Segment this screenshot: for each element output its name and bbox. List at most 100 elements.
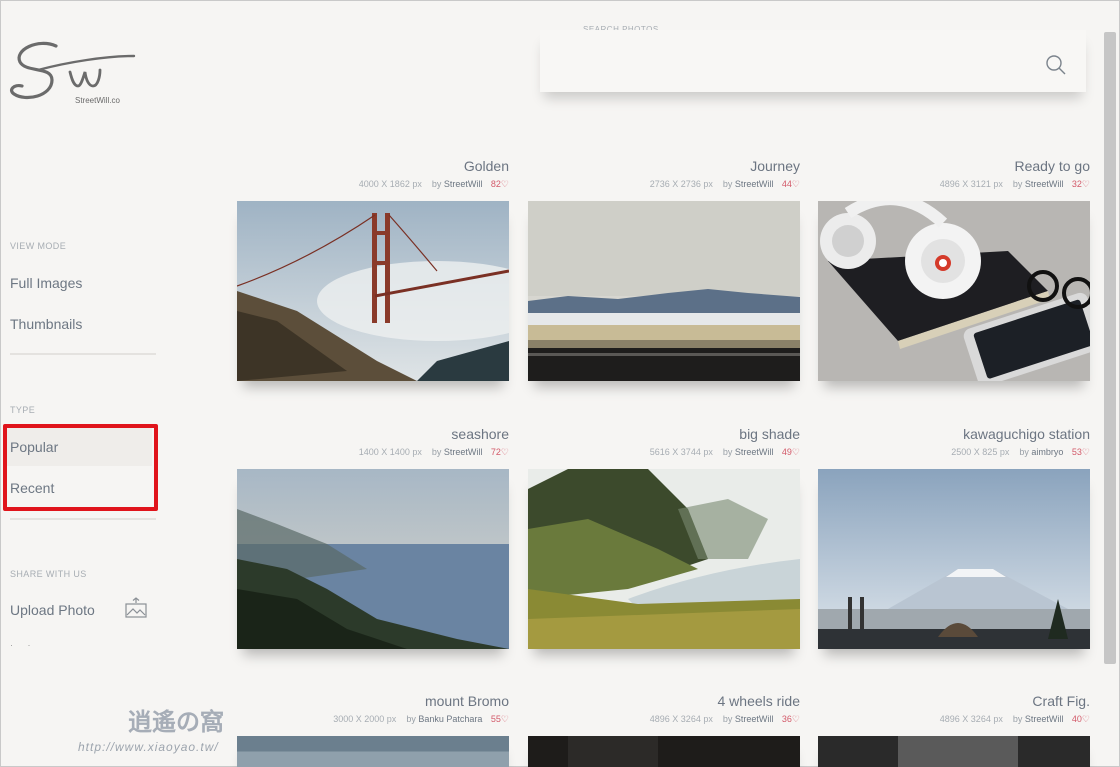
photo-dimensions: 4896 X 3121 px: [939, 179, 1003, 189]
photo-title[interactable]: Golden: [464, 158, 509, 174]
photo-meta: 4896 X 3264 px by StreetWill 36♡: [650, 714, 800, 725]
photo-dimensions: 4896 X 3264 px: [649, 714, 713, 724]
view-mode-thumbnails[interactable]: Thumbnails: [10, 316, 82, 332]
site-watermark: 逍遙の窩 http://www.xiaoyao.tw/: [78, 702, 268, 762]
photo-author[interactable]: StreetWill: [1025, 179, 1064, 189]
photo-like-count: 36: [781, 714, 792, 724]
photo-dimensions: 4000 X 1862 px: [358, 179, 422, 189]
heart-icon[interactable]: ♡: [792, 179, 800, 189]
view-mode-full-images[interactable]: Full Images: [10, 275, 82, 291]
photo-by-label: by: [722, 179, 733, 189]
photo-like-count: 82: [490, 179, 501, 189]
photo-meta: 4000 X 1862 px by StreetWill 82♡: [359, 179, 509, 190]
photo-image[interactable]: [528, 469, 800, 649]
heart-icon[interactable]: ♡: [501, 447, 509, 457]
photo-author[interactable]: Banku Patchara: [418, 714, 482, 724]
photo-dimensions: 5616 X 3744 px: [649, 447, 713, 457]
scrollbar-thumb[interactable]: [1104, 32, 1116, 664]
photo-title[interactable]: Ready to go: [1015, 158, 1091, 174]
photo-by-label: by: [1012, 714, 1023, 724]
search-icon[interactable]: [1045, 54, 1067, 76]
heart-icon[interactable]: ♡: [501, 179, 509, 189]
photo-like-count: 55: [490, 714, 501, 724]
photo-author[interactable]: StreetWill: [444, 447, 483, 457]
upload-photo-link[interactable]: Upload Photo: [10, 602, 95, 618]
photo-title[interactable]: Craft Fig.: [1032, 693, 1090, 709]
photo-author[interactable]: StreetWill: [1025, 714, 1064, 724]
sidebar: StreetWill.co VIEW MODE Full Images Thum…: [0, 0, 200, 767]
photo-image[interactable]: [528, 201, 800, 381]
photo-author[interactable]: StreetWill: [735, 714, 774, 724]
photo-image[interactable]: [818, 469, 1090, 649]
heart-icon[interactable]: ♡: [501, 714, 509, 724]
photo-like-count: 49: [781, 447, 792, 457]
photo-title[interactable]: 4 wheels ride: [718, 693, 801, 709]
photo-card[interactable]: seashore 1400 X 1400 px by StreetWill 72♡: [237, 426, 509, 649]
photo-image[interactable]: [818, 736, 1090, 767]
photo-card[interactable]: Craft Fig. 4896 X 3264 px by StreetWill 4…: [818, 693, 1090, 767]
photo-card[interactable]: mount Bromo 3000 X 2000 px by Banku Patch…: [237, 693, 509, 767]
photo-image[interactable]: [818, 201, 1090, 381]
photo-like-count: 32: [1071, 179, 1082, 189]
photo-like-count: 53: [1071, 447, 1082, 457]
photo-meta: 2736 X 2736 px by StreetWill 44♡: [650, 179, 800, 190]
photo-by-label: by: [722, 714, 733, 724]
heart-icon[interactable]: ♡: [1082, 447, 1090, 457]
image-upload-icon[interactable]: [124, 596, 148, 620]
photo-card[interactable]: Ready to go 4896 X 3121 px by StreetWill …: [818, 158, 1090, 381]
photo-like-count: 40: [1071, 714, 1082, 724]
type-heading: TYPE: [10, 405, 36, 415]
heart-icon[interactable]: ♡: [792, 447, 800, 457]
view-mode-heading: VIEW MODE: [10, 241, 67, 251]
photo-author[interactable]: StreetWill: [735, 179, 774, 189]
sidebar-divider: [10, 353, 156, 355]
photo-title[interactable]: mount Bromo: [425, 693, 509, 709]
photo-meta: 5616 X 3744 px by StreetWill 49♡: [650, 447, 800, 458]
photo-card[interactable]: 4 wheels ride 4896 X 3264 px by StreetWil…: [528, 693, 800, 767]
photo-card[interactable]: big shade 5616 X 3744 px by StreetWill 49…: [528, 426, 800, 649]
photo-by-label: by: [406, 714, 416, 724]
photo-by-label: by: [1019, 447, 1029, 457]
photo-title[interactable]: Journey: [750, 158, 800, 174]
watermark-title: 逍遙の窩: [128, 709, 224, 736]
photo-like-count: 72: [490, 447, 501, 457]
streetwill-logo[interactable]: [8, 40, 140, 110]
heart-icon[interactable]: ♡: [792, 714, 800, 724]
photo-by-label: by: [1012, 179, 1023, 189]
photo-meta: 4896 X 3121 px by StreetWill 32♡: [940, 179, 1090, 190]
photo-dimensions: 1400 X 1400 px: [358, 447, 422, 457]
heart-icon[interactable]: ♡: [1082, 714, 1090, 724]
photo-title[interactable]: big shade: [739, 426, 800, 442]
photo-dimensions: 2500 X 825 px: [951, 447, 1010, 457]
logo-brand-text: StreetWill.co: [75, 96, 120, 105]
photo-author[interactable]: StreetWill: [444, 179, 483, 189]
photo-by-label: by: [722, 447, 733, 457]
photo-meta: 3000 X 2000 px by Banku Patchara 55♡: [333, 714, 509, 725]
photo-card[interactable]: Golden 4000 X 1862 px by StreetWill 82♡: [237, 158, 509, 381]
photo-image[interactable]: [528, 736, 800, 767]
search-bar: [540, 30, 1086, 92]
photo-meta: 2500 X 825 px by aimbryo 53♡: [951, 447, 1090, 458]
photo-by-label: by: [431, 447, 442, 457]
photo-dimensions: 2736 X 2736 px: [649, 179, 713, 189]
photo-title[interactable]: seashore: [451, 426, 509, 442]
photo-meta: 4896 X 3264 px by StreetWill 40♡: [940, 714, 1090, 725]
heart-icon[interactable]: ♡: [1082, 179, 1090, 189]
watermark-url: http://www.xiaoyao.tw/: [78, 740, 219, 754]
search-input[interactable]: [580, 50, 1030, 74]
photo-author[interactable]: StreetWill: [735, 447, 774, 457]
photo-image[interactable]: [237, 469, 509, 649]
photo-dimensions: 4896 X 3264 px: [939, 714, 1003, 724]
photo-author[interactable]: aimbryo: [1031, 447, 1063, 457]
sidebar-divider: [10, 518, 156, 520]
more-dots-icon: · ·: [10, 640, 37, 650]
photo-card[interactable]: Journey 2736 X 2736 px by StreetWill 44♡: [528, 158, 800, 381]
annotation-red-box: [3, 424, 158, 511]
photo-image[interactable]: [237, 736, 509, 767]
photo-title[interactable]: kawaguchigo station: [963, 426, 1090, 442]
share-heading: SHARE WITH US: [10, 569, 87, 579]
photo-card[interactable]: kawaguchigo station 2500 X 825 px by aimb…: [818, 426, 1090, 649]
photo-dimensions: 3000 X 2000 px: [333, 714, 397, 724]
photo-image[interactable]: [237, 201, 509, 381]
photo-meta: 1400 X 1400 px by StreetWill 72♡: [359, 447, 509, 458]
